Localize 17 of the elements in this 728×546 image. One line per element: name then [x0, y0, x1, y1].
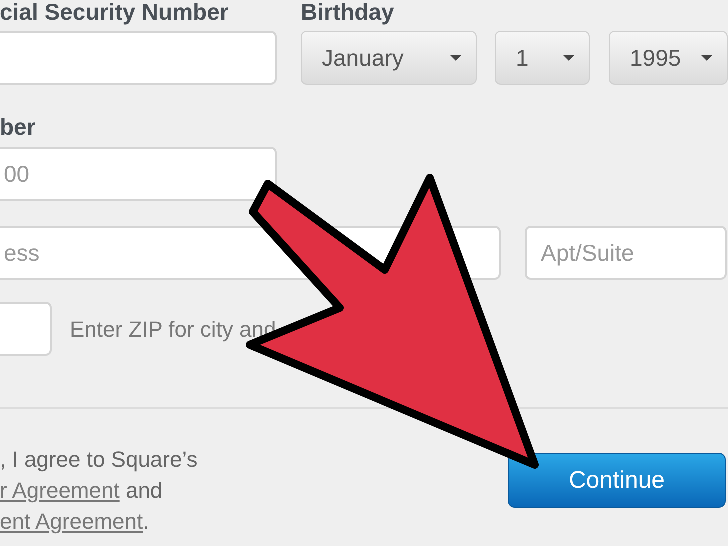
field-label: ber	[0, 116, 37, 139]
field-label: Birthday	[301, 1, 394, 24]
apt-field[interactable]: Apt/Suite	[525, 226, 727, 280]
birthday-dropdown[interactable]: 1	[495, 31, 590, 85]
caret-icon	[563, 55, 575, 61]
agreement-text: , I agree to Square’s r Agreement and ent Agreement.	[0, 446, 198, 536]
agreement-link[interactable]: r Agreement	[0, 478, 120, 503]
field-label: cial Security Number	[0, 1, 230, 24]
birthday-dropdown[interactable]: 1995	[609, 31, 728, 85]
birthday-dropdown[interactable]: January	[301, 31, 477, 85]
agreement-link[interactable]: ent Agreement	[0, 509, 144, 534]
zip-field[interactable]	[0, 302, 52, 356]
caret-icon	[701, 55, 713, 61]
caret-icon	[450, 55, 462, 61]
continue-button[interactable]: Continue	[508, 453, 726, 508]
ssn-field[interactable]	[0, 31, 277, 85]
phone-field[interactable]: 00	[0, 147, 277, 201]
